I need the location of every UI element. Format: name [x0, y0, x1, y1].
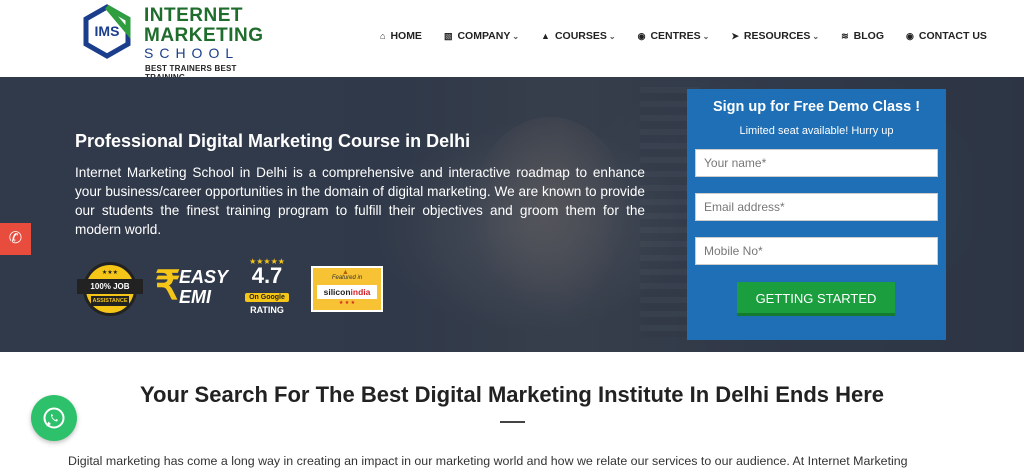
siliconindia-name-a: silicon	[323, 287, 351, 297]
globe-icon: ◉	[637, 30, 646, 41]
demo-signup-form: Sign up for Free Demo Class ! Limited se…	[687, 89, 946, 340]
nav-centres[interactable]: ◉ CENTRES ⌄	[638, 30, 710, 42]
rating-source: On Google	[245, 293, 289, 302]
home-icon: ⌂	[380, 31, 386, 41]
getting-started-button[interactable]: GETTING STARTED	[737, 282, 895, 316]
hero-description: Internet Marketing School in Delhi is a …	[75, 165, 645, 237]
site-header: IMS INTERNET MARKETING SCHOOL BEST TRAIN…	[0, 0, 1024, 82]
nav-company[interactable]: ▧ COMPANY ⌄	[444, 30, 519, 42]
job-badge-sublabel: ASSISTANCE	[91, 296, 129, 306]
nav-blog-label: BLOG	[853, 30, 885, 42]
chevron-down-icon: ⌄	[608, 31, 616, 41]
svg-text:IMS: IMS	[95, 23, 120, 39]
email-field[interactable]: Email address*	[695, 193, 938, 221]
whatsapp-button[interactable]	[31, 395, 77, 441]
rocket-icon: ➤	[731, 30, 739, 41]
logo-line-1: INTERNET	[144, 5, 243, 26]
globe-icon: ◉	[906, 30, 914, 41]
nav-home-label: HOME	[390, 30, 422, 42]
building-icon: ▧	[443, 30, 453, 41]
site-logo[interactable]: IMS INTERNET MARKETING SCHOOL BEST TRAIN…	[82, 2, 263, 82]
graduation-cap-icon: ▲	[541, 31, 550, 41]
nav-resources-label: RESOURCES	[743, 30, 811, 42]
emi-line-1: EASY	[179, 267, 229, 287]
mobile-field[interactable]: Mobile No*	[695, 237, 938, 265]
rupee-icon: ₹	[155, 264, 181, 308]
badge-stars-icon: ★ ★ ★	[338, 300, 356, 306]
section-title: Your Search For The Best Digital Marketi…	[139, 382, 885, 407]
form-subtitle: Limited seat available! Hurry up	[739, 125, 894, 137]
nav-home[interactable]: ⌂ HOME	[380, 30, 422, 42]
nav-contact-us-label: CONTACT US	[918, 30, 987, 42]
section-body-text: Digital marketing has come a long way in…	[68, 454, 908, 468]
google-rating-badge: ★★★★★ 4.7 On Google RATING	[232, 257, 302, 317]
phone-icon: ✆	[8, 230, 23, 247]
nav-centres-label: CENTRES	[650, 30, 701, 42]
hero-banner: Professional Digital Marketing Course in…	[0, 77, 1024, 352]
siliconindia-logo: siliconindia	[317, 285, 377, 299]
chevron-down-icon: ⌄	[512, 31, 520, 41]
section-divider	[500, 421, 525, 423]
siliconindia-featured-badge: ▲ Featured in siliconindia ★ ★ ★	[311, 266, 383, 312]
rating-value: 4.7	[251, 263, 283, 288]
rss-icon: ≋	[841, 30, 849, 41]
emi-line-2: EMI	[179, 287, 212, 307]
hero-title: Professional Digital Marketing Course in…	[75, 131, 471, 151]
chevron-down-icon: ⌄	[812, 31, 820, 41]
easy-emi-badge: ₹ EASY EMI	[155, 264, 230, 311]
siliconindia-name-b: india	[350, 287, 371, 297]
chevron-down-icon: ⌄	[702, 31, 710, 41]
logo-wordmark: INTERNET MARKETING SCHOOL	[144, 6, 264, 60]
nav-courses[interactable]: ▲ COURSES ⌄	[541, 30, 616, 42]
nav-contact-us[interactable]: ◉ CONTACT US	[906, 30, 987, 42]
nav-blog[interactable]: ≋ BLOG	[841, 30, 884, 42]
badge-stars-icon: ★★★	[101, 270, 119, 276]
nav-courses-label: COURSES	[554, 30, 607, 42]
nav-resources[interactable]: ➤ RESOURCES ⌄	[731, 30, 819, 42]
phone-call-button[interactable]: ✆	[0, 223, 31, 255]
form-title: Sign up for Free Demo Class !	[712, 99, 921, 115]
logo-line-3: SCHOOL	[144, 45, 240, 61]
job-badge-label: 100% JOB	[77, 279, 143, 294]
job-assistance-badge: ★★★ 100% JOB ASSISTANCE	[77, 262, 143, 316]
featured-in-label: Featured in	[331, 275, 363, 281]
main-nav: ⌂ HOME ▧ COMPANY ⌄ ▲ COURSES ⌄ ◉ CENTRES…	[380, 30, 1009, 42]
nav-company-label: COMPANY	[457, 30, 511, 42]
name-field[interactable]: Your name*	[695, 149, 938, 177]
whatsapp-icon	[43, 407, 65, 429]
ims-logo-mark-icon: IMS	[83, 4, 131, 59]
logo-line-2: MARKETING	[144, 25, 264, 46]
rating-label: RATING	[250, 305, 284, 315]
